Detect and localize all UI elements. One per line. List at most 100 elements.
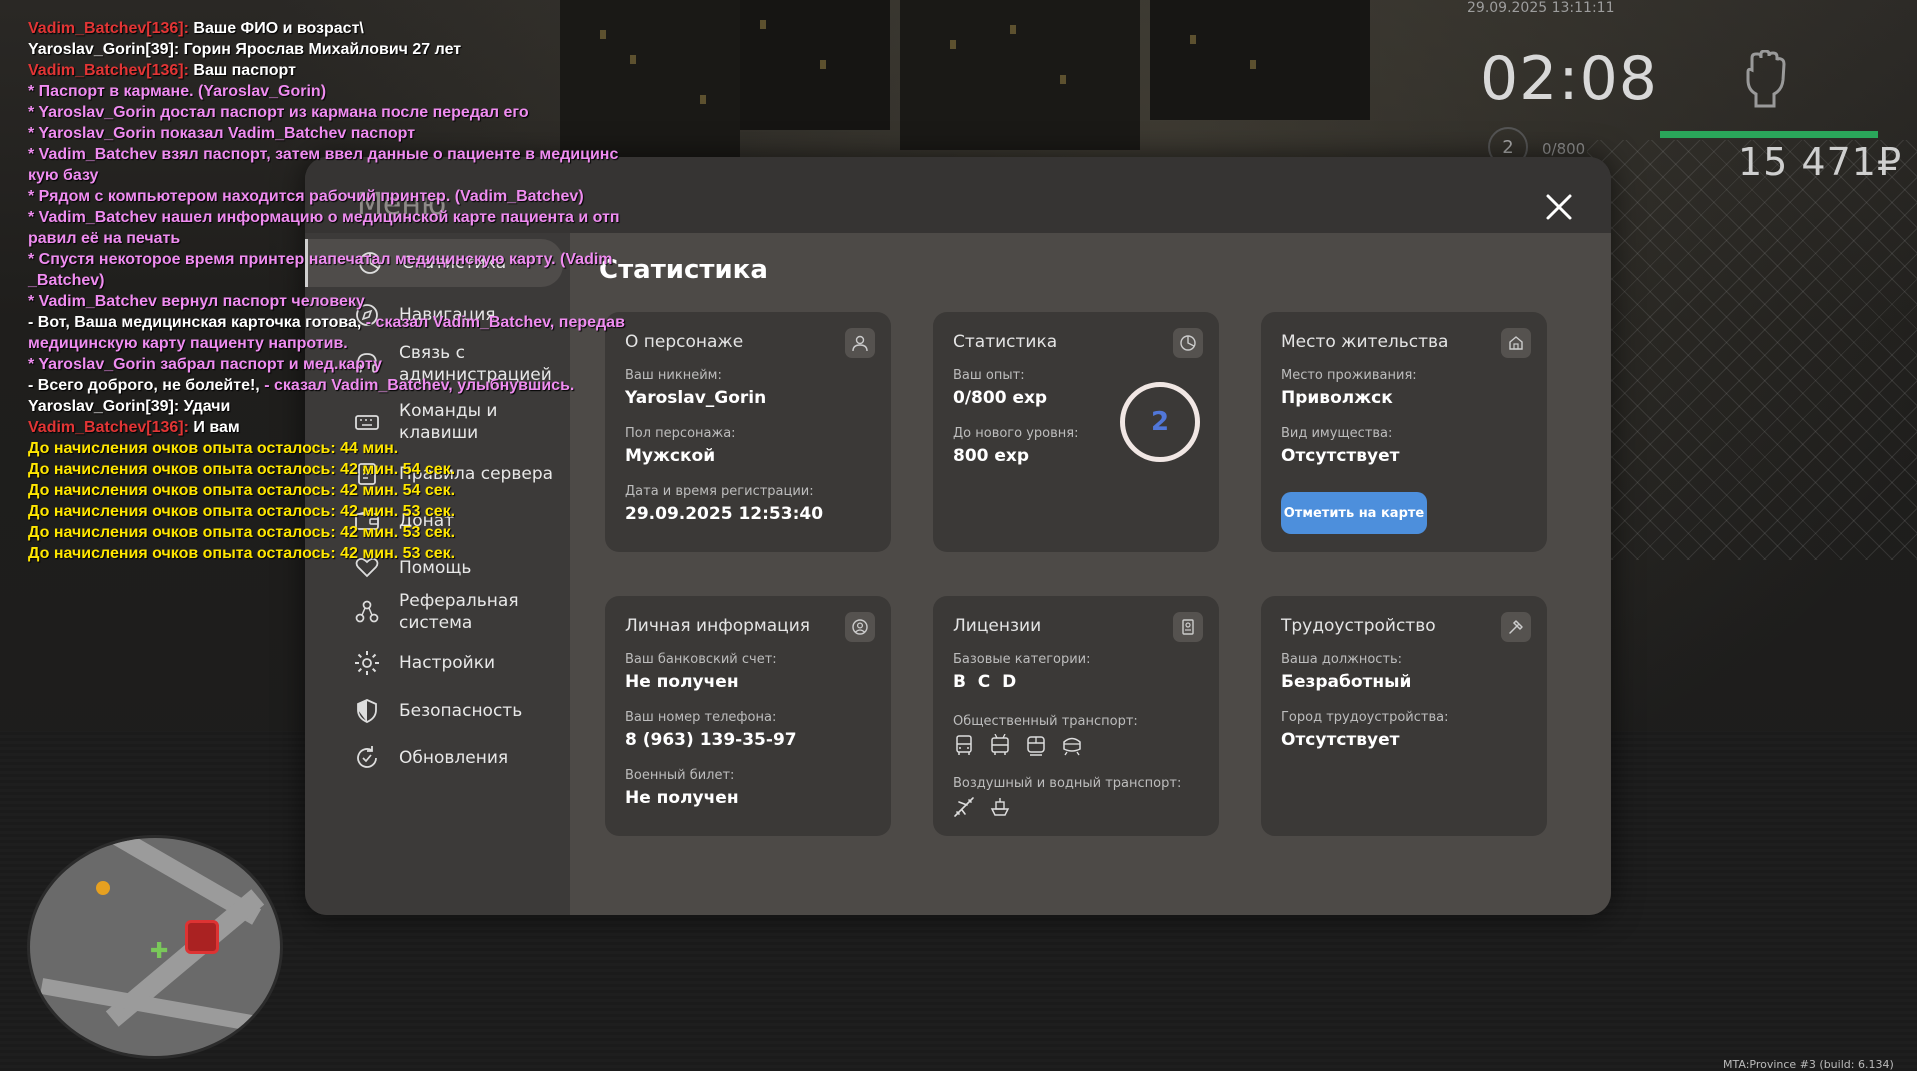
chat-text: * Vadim_Batchev нашел информацию о медиц… <box>28 209 620 247</box>
sidebar-item-referral[interactable]: Реферальная система <box>305 584 560 640</box>
sidebar-item-gear[interactable]: Настройки <box>305 643 560 683</box>
sidebar-item-shield[interactable]: Безопасность <box>305 691 560 731</box>
tram-icon <box>1027 736 1045 756</box>
airplane-icon <box>954 797 974 817</box>
next-level-value: 800 exp <box>953 446 1030 466</box>
chat-line: * Спустя некоторое время принтер напечат… <box>28 249 648 291</box>
exp-value: 0/800 exp <box>953 388 1048 408</box>
registration-value: 29.09.2025 12:53:40 <box>625 504 824 524</box>
chat-line: До начисления очков опыта осталось: 42 м… <box>28 543 648 564</box>
fist-icon <box>1746 50 1786 108</box>
chat-text: До начисления очков опыта осталось: 42 м… <box>28 545 456 562</box>
chat-text: * Vadim_Batchev вернул паспорт человеку <box>28 293 365 310</box>
card-title: Трудоустройство <box>1281 616 1436 636</box>
chat-text: До начисления очков опыта осталось: 42 м… <box>28 524 456 541</box>
chat-line: До начисления очков опыта осталось: 42 м… <box>28 459 648 480</box>
chat-line: * Vadim_Batchev нашел информацию о медиц… <box>28 207 648 249</box>
card-title: Статистика <box>953 332 1058 352</box>
hud-exp: 0/800 <box>1542 140 1586 158</box>
player-arrow-icon: ✚ <box>150 939 169 964</box>
chat-text: Ваш паспорт <box>193 62 296 79</box>
chat-text: Vadim_Batchev[136]: <box>28 419 194 436</box>
chat-text: До начисления очков опыта осталось: 44 м… <box>28 440 399 457</box>
sidebar-item-label: Настройки <box>399 653 496 673</box>
chat-text: До начисления очков опыта осталось: 42 м… <box>28 503 456 520</box>
user-circle-icon <box>845 612 875 642</box>
chat-line: До начисления очков опыта осталось: 44 м… <box>28 438 648 459</box>
chat-text: - сказал Vadim_Batchev, улыбнувшись. <box>264 377 575 394</box>
base-categories-value: B C D <box>953 672 1017 692</box>
chat-text: Vadim_Batchev[136]: <box>28 20 194 37</box>
chat-line: Vadim_Batchev[136]: Ваше ФИО и возраст\ <box>28 18 648 39</box>
chat-text: * Спустя некоторое время принтер напечат… <box>28 251 613 289</box>
sidebar-item-label: Реферальная система <box>399 591 519 633</box>
chat-text: * Рядом с компьютером находится рабочий … <box>28 188 584 205</box>
chat-text: * Yaroslav_Gorin достал паспорт из карма… <box>28 104 529 121</box>
close-icon[interactable] <box>1543 191 1575 223</box>
next-level-label: До нового уровня: <box>953 426 1079 441</box>
air-water-transport-icons <box>953 796 1011 818</box>
air-water-transport-label: Воздушный и водный транспорт: <box>953 776 1182 791</box>
registration-label: Дата и время регистрации: <box>625 484 814 499</box>
gear-icon <box>355 651 379 675</box>
chat-text: До начисления очков опыта осталось: 42 м… <box>28 461 456 478</box>
base-categories-label: Базовые категории: <box>953 652 1091 667</box>
chat-line: * Рядом с компьютером находится рабочий … <box>28 186 648 207</box>
chat-line: * Yaroslav_Gorin достал паспорт из карма… <box>28 102 648 123</box>
chat-line: Vadim_Batchev[136]: Ваш паспорт <box>28 60 648 81</box>
shield-icon <box>357 699 377 723</box>
bus-icon <box>956 735 972 755</box>
chat-line: - Вот, Ваша медицинская карточка готова,… <box>28 312 648 354</box>
mark-on-map-button[interactable]: Отметить на карте <box>1281 492 1427 534</box>
chat-line: До начисления очков опыта осталось: 42 м… <box>28 501 648 522</box>
chat-text: * Yaroslav_Gorin забрал паспорт и мед.ка… <box>28 356 382 373</box>
chat-line: * Паспорт в кармане. (Yaroslav_Gorin) <box>28 81 648 102</box>
hud-money: 15 471₽ <box>1738 140 1903 184</box>
metro-icon <box>1063 737 1081 756</box>
sidebar-item-refresh[interactable]: Обновления <box>305 738 560 778</box>
card-residence: Место жительства Место проживания: Приво… <box>1261 312 1547 552</box>
chat-line: Yaroslav_Gorin[39]: Удачи <box>28 396 648 417</box>
bank-value: Не получен <box>625 672 739 692</box>
chat-text: И вам <box>193 419 240 436</box>
level-badge: 2 <box>1120 382 1200 462</box>
chat-text: * Yaroslav_Gorin показал Vadim_Batchev п… <box>28 125 416 142</box>
health-bar-fill <box>1660 131 1878 138</box>
phone-value: 8 (963) 139-35-97 <box>625 730 797 750</box>
chat-line: - Всего доброго, не болейте!, - сказал V… <box>28 375 648 396</box>
chat-text: До начисления очков опыта осталось: 42 м… <box>28 482 456 499</box>
chat-text: * Паспорт в кармане. (Yaroslav_Gorin) <box>28 83 327 100</box>
hud-clock: 02:08 <box>1480 44 1658 114</box>
chat-line: * Vadim_Batchev вернул паспорт человеку <box>28 291 648 312</box>
chat-text: - Вот, Ваша медицинская карточка готова, <box>28 314 366 331</box>
card-employment: Трудоустройство Ваша должность: Безработ… <box>1261 596 1547 836</box>
card-personal-info: Личная информация Ваш банковский счет: Н… <box>605 596 891 836</box>
chat-line: Yaroslav_Gorin[39]: Горин Ярослав Михайл… <box>28 39 648 60</box>
residence-place-label: Место проживания: <box>1281 368 1417 383</box>
card-title: Лицензии <box>953 616 1042 636</box>
job-city-label: Город трудоустройства: <box>1281 710 1449 725</box>
card-title: Личная информация <box>625 616 811 636</box>
hammer-icon <box>1501 612 1531 642</box>
chat-text: Yaroslav_Gorin[39]: Горин Ярослав Михайл… <box>28 41 462 58</box>
public-transport-icons <box>953 734 1083 756</box>
chat-text: - Всего доброго, не болейте!, <box>28 377 265 394</box>
property-value: Отсутствует <box>1281 446 1400 466</box>
chat-line: * Yaroslav_Gorin забрал паспорт и мед.ка… <box>28 354 648 375</box>
property-label: Вид имущества: <box>1281 426 1393 441</box>
chat-log: Vadim_Batchev[136]: Ваше ФИО и возраст\ Y… <box>28 18 648 564</box>
chat-text: Ваше ФИО и возраст\ <box>193 20 364 37</box>
content-area: Статистика О персонаже Ваш никнейм: Yaro… <box>570 233 1611 915</box>
residence-place-value: Приволжск <box>1281 388 1393 408</box>
minimap: ✚ <box>27 835 283 1059</box>
user-icon <box>845 328 875 358</box>
chat-line: * Vadim_Batchev взял паспорт, затем ввел… <box>28 144 648 186</box>
trolleybus-icon <box>991 734 1009 755</box>
chat-line: До начисления очков опыта осталось: 42 м… <box>28 522 648 543</box>
chat-text: Vadim_Batchev[136]: <box>28 62 194 79</box>
chat-line: Vadim_Batchev[136]: И вам <box>28 417 648 438</box>
build-info: MTA:Province #3 (build: 6.134) <box>1723 1058 1894 1071</box>
hud-datetime: 29.09.2025 13:11:11 <box>1467 0 1615 16</box>
pie-chart-icon <box>1173 328 1203 358</box>
job-city-value: Отсутствует <box>1281 730 1400 750</box>
